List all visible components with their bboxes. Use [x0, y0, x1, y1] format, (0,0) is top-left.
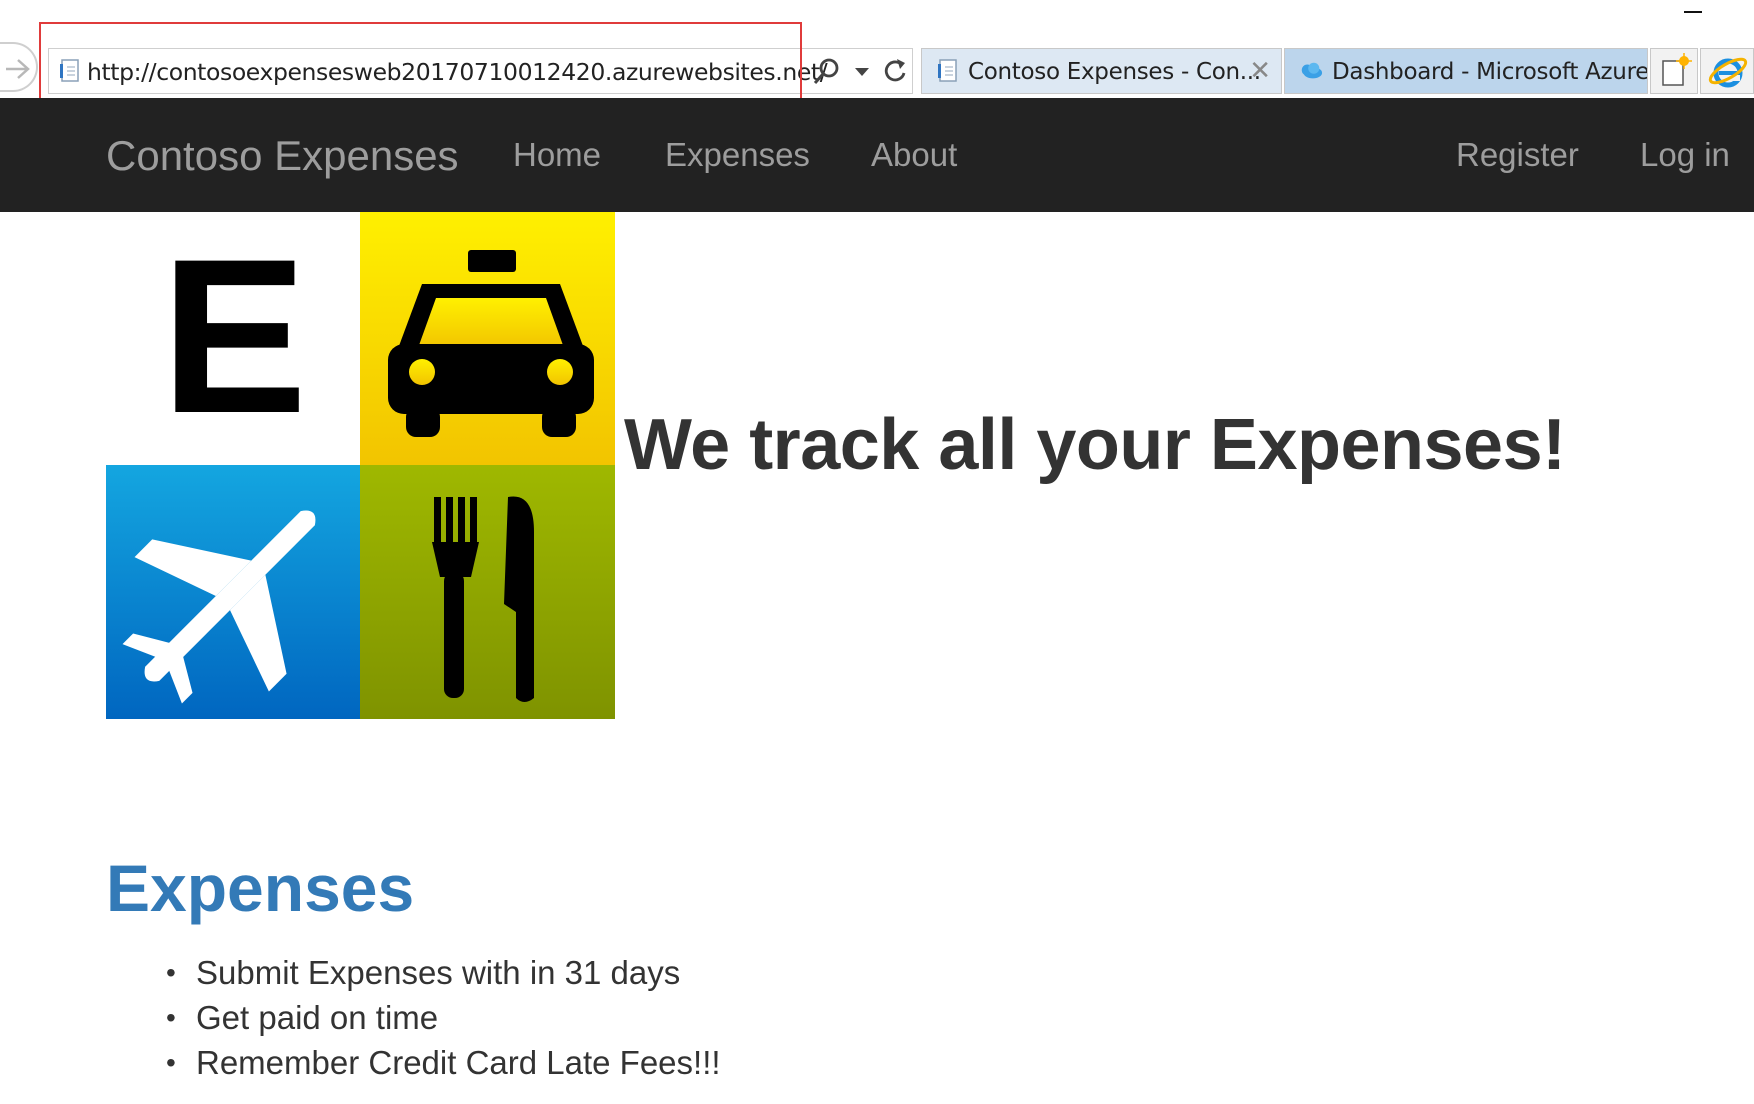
airplane-icon	[106, 465, 360, 719]
list-item: Remember Credit Card Late Fees!!!	[166, 1040, 721, 1085]
expenses-list: Submit Expenses with in 31 days Get paid…	[166, 950, 721, 1085]
address-bar[interactable]: http://contosoexpensesweb20170710012420.…	[48, 48, 913, 94]
browser-chrome: http://contosoexpensesweb20170710012420.…	[0, 0, 1754, 112]
azure-cloud-icon	[1301, 62, 1323, 79]
tab-title: Contoso Expenses - Con...	[968, 59, 1261, 85]
search-icon[interactable]	[812, 56, 842, 88]
brand-link[interactable]: Contoso Expenses	[106, 132, 459, 180]
nav-expenses[interactable]: Expenses	[665, 136, 810, 174]
list-item: Get paid on time	[166, 995, 721, 1040]
refresh-icon[interactable]	[880, 55, 910, 87]
fork-and-knife-icon	[360, 465, 615, 719]
hero-headline: We track all your Expenses!	[624, 405, 1566, 485]
ie-logo-glyph	[1708, 57, 1748, 88]
internet-explorer-icon[interactable]	[1700, 48, 1754, 94]
tab-title: Dashboard - Microsoft Azure	[1332, 59, 1648, 85]
dropdown-icon[interactable]	[854, 66, 870, 78]
new-tab-button[interactable]	[1650, 48, 1698, 94]
site-navbar: Contoso Expenses Home Expenses About Reg…	[0, 98, 1754, 212]
taxi-icon	[360, 212, 615, 465]
nav-login[interactable]: Log in	[1640, 136, 1730, 174]
new-tab-icon	[1662, 53, 1692, 86]
tab-contoso-expenses[interactable]: Contoso Expenses - Con... ✕	[921, 48, 1282, 94]
expenses-section-title: Expenses	[106, 851, 415, 925]
back-button[interactable]	[0, 42, 38, 92]
nav-register[interactable]: Register	[1456, 136, 1579, 174]
tab-dashboard-azure[interactable]: Dashboard - Microsoft Azure	[1284, 48, 1648, 94]
expenses-logo-image: E	[106, 212, 615, 719]
letter-e: E	[161, 213, 308, 459]
page-icon	[60, 59, 79, 82]
back-arrow-icon	[6, 59, 30, 79]
minimize-icon[interactable]	[1676, 0, 1710, 24]
nav-about[interactable]: About	[871, 136, 957, 174]
letter-e-tile: E	[106, 212, 360, 465]
nav-home[interactable]: Home	[513, 136, 601, 174]
page-icon	[938, 59, 957, 82]
list-item: Submit Expenses with in 31 days	[166, 950, 721, 995]
url-text[interactable]: http://contosoexpensesweb20170710012420.…	[87, 58, 828, 86]
close-icon[interactable]: ✕	[1249, 57, 1271, 83]
